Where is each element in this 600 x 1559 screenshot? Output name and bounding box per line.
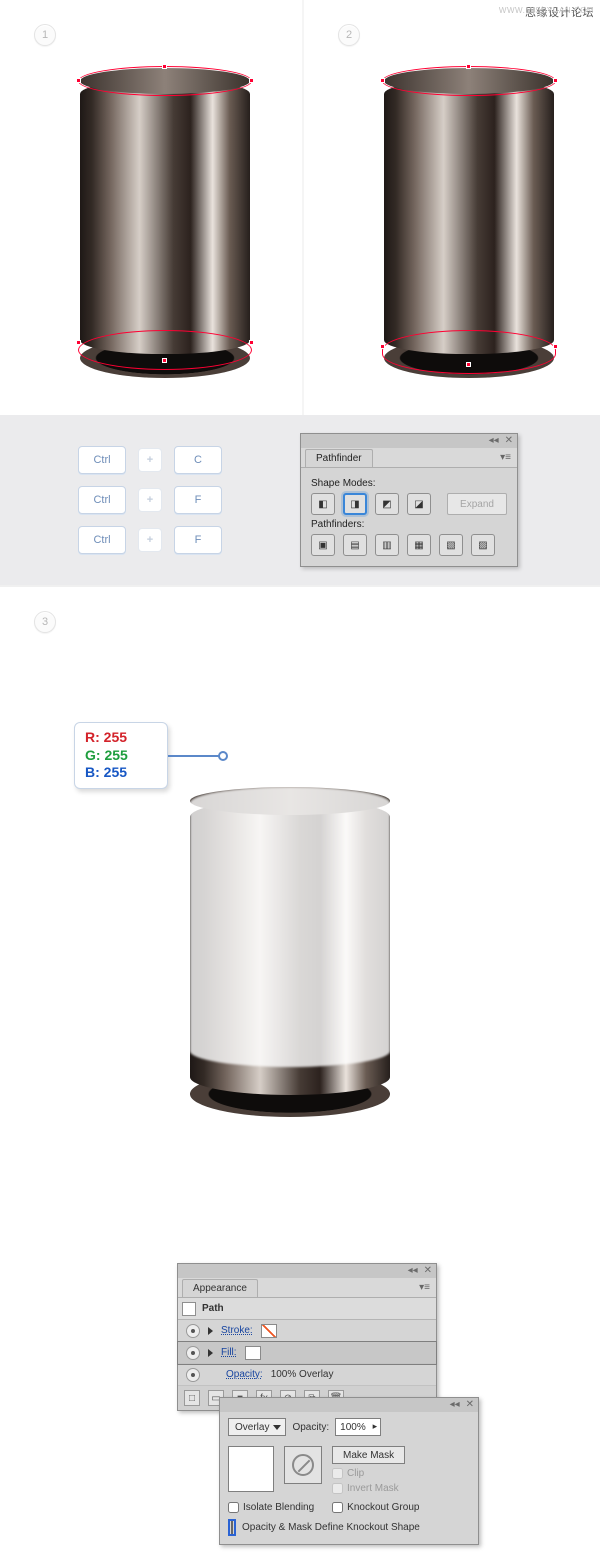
opacity-label: Opacity: — [292, 1422, 329, 1433]
appearance-tab[interactable]: Appearance — [182, 1279, 258, 1297]
expand-button: Expand — [447, 493, 507, 515]
callout-line — [168, 755, 220, 757]
selection-outline — [382, 330, 556, 374]
define-knockout-label: Opacity & Mask Define Knockout Shape — [242, 1522, 420, 1533]
key-ctrl: Ctrl — [78, 526, 126, 554]
key-ctrl: Ctrl — [78, 486, 126, 514]
object-thumbnail[interactable] — [228, 1446, 274, 1492]
plus-icon: + — [138, 528, 162, 552]
key-f: F — [174, 526, 222, 554]
isolate-blending-checkbox[interactable] — [228, 1502, 239, 1513]
rgb-callout: R: 255 G: 255 B: 255 — [74, 722, 168, 789]
define-knockout-checkbox[interactable] — [231, 1521, 233, 1534]
clip-checkbox — [332, 1468, 343, 1479]
isolate-label: Isolate Blending — [243, 1502, 314, 1513]
step-2-panel: 思缘设计论坛 WWW.MISSYUAN.COM 2 — [302, 0, 600, 415]
selection-outline — [382, 66, 556, 96]
collapse-icon[interactable]: ◂◂ — [408, 1266, 418, 1276]
key-c: C — [174, 446, 222, 474]
new-art-basic-icon[interactable]: □ — [184, 1390, 200, 1406]
step-badge-2: 2 — [338, 24, 360, 46]
panel-menu-icon[interactable]: ▾≡ — [494, 452, 517, 463]
shapemode-intersect-icon[interactable]: ◩ — [375, 493, 399, 515]
keyboard-shortcuts: Ctrl + C Ctrl + F Ctrl + F — [0, 415, 300, 585]
shapemode-exclude-icon[interactable]: ◪ — [407, 493, 431, 515]
visibility-toggle-icon[interactable] — [186, 1368, 200, 1382]
pf-outline-icon[interactable]: ▧ — [439, 534, 463, 556]
pf-merge-icon[interactable]: ▥ — [375, 534, 399, 556]
knockout-label: Knockout Group — [347, 1502, 419, 1513]
plus-icon: + — [138, 448, 162, 472]
disclosure-icon[interactable] — [208, 1349, 213, 1357]
collapse-icon[interactable]: ◂◂ — [489, 436, 499, 446]
stroke-label[interactable]: Stroke: — [221, 1325, 253, 1336]
pf-minus-back-icon[interactable]: ▨ — [471, 534, 495, 556]
stroke-swatch-none[interactable] — [261, 1324, 277, 1338]
clip-label: Clip — [347, 1468, 364, 1479]
mask-disabled-icon — [284, 1446, 322, 1484]
blend-mode-select[interactable]: Overlay — [228, 1418, 286, 1436]
white-overlay-shape — [190, 787, 390, 1067]
steps-1-2-row: 1 思缘设计论坛 WWW.MISSYUAN.COM 2 — [0, 0, 600, 415]
make-mask-button[interactable]: Make Mask — [332, 1446, 405, 1464]
invert-label: Invert Mask — [347, 1483, 399, 1494]
pf-crop-icon[interactable]: ▦ — [407, 534, 431, 556]
object-thumb — [182, 1302, 196, 1316]
plus-icon: + — [138, 488, 162, 512]
selection-outline — [78, 66, 252, 96]
step-3-panel: 3 R: 255 G: 255 B: 255 ◂◂ ✕ Appearance — [0, 585, 600, 1125]
pf-divide-icon[interactable]: ▣ — [311, 534, 335, 556]
define-knockout-highlight — [228, 1519, 236, 1536]
pf-trim-icon[interactable]: ▤ — [343, 534, 367, 556]
key-f: F — [174, 486, 222, 514]
pathfinder-tab[interactable]: Pathfinder — [305, 449, 373, 467]
opacity-input[interactable]: 100% — [335, 1418, 381, 1436]
watermark-en: WWW.MISSYUAN.COM — [499, 6, 594, 15]
pathfinder-panel: ◂◂ ✕ Pathfinder ▾≡ Shape Modes: ◧ ◨ ◩ ◪ … — [300, 433, 518, 567]
collapse-icon[interactable]: ◂◂ — [450, 1400, 460, 1410]
appearance-item-name: Path — [202, 1303, 224, 1314]
fill-label[interactable]: Fill: — [221, 1347, 237, 1358]
shortcuts-and-pathfinder-band: Ctrl + C Ctrl + F Ctrl + F ◂◂ ✕ — [0, 415, 600, 585]
key-ctrl: Ctrl — [78, 446, 126, 474]
invert-mask-checkbox — [332, 1483, 343, 1494]
shapemode-minus-front-icon[interactable]: ◨ — [343, 493, 367, 515]
rgb-g: G: 255 — [85, 747, 157, 765]
visibility-toggle-icon[interactable] — [186, 1324, 200, 1338]
step-badge-1: 1 — [34, 24, 56, 46]
step-badge-3: 3 — [34, 611, 56, 633]
visibility-toggle-icon[interactable] — [186, 1346, 200, 1360]
panel-menu-icon[interactable]: ▾≡ — [413, 1282, 436, 1293]
fill-swatch[interactable] — [245, 1346, 261, 1360]
cylinder-preview-1 — [80, 68, 250, 378]
close-icon[interactable]: ✕ — [424, 1266, 432, 1276]
opacity-value: 100% Overlay — [271, 1369, 334, 1380]
rgb-r: R: 255 — [85, 729, 157, 747]
opacity-label[interactable]: Opacity: — [226, 1369, 263, 1380]
knockout-group-checkbox[interactable] — [332, 1502, 343, 1513]
selection-outline — [78, 330, 252, 370]
pathfinders-label: Pathfinders: — [311, 519, 507, 530]
shapemode-unite-icon[interactable]: ◧ — [311, 493, 335, 515]
cylinder-preview-2 — [384, 68, 554, 378]
transparency-panel: ◂◂ ✕ Overlay Opacity: 100% Make Mask Cli… — [219, 1397, 479, 1545]
disclosure-icon[interactable] — [208, 1327, 213, 1335]
step-1-panel: 1 — [0, 0, 298, 415]
rgb-b: B: 255 — [85, 764, 157, 782]
appearance-panel: ◂◂ ✕ Appearance ▾≡ Path Stroke: — [177, 1263, 437, 1411]
shape-modes-label: Shape Modes: — [311, 478, 507, 489]
callout-dot — [218, 751, 228, 761]
close-icon[interactable]: ✕ — [505, 436, 513, 446]
close-icon[interactable]: ✕ — [466, 1400, 474, 1410]
